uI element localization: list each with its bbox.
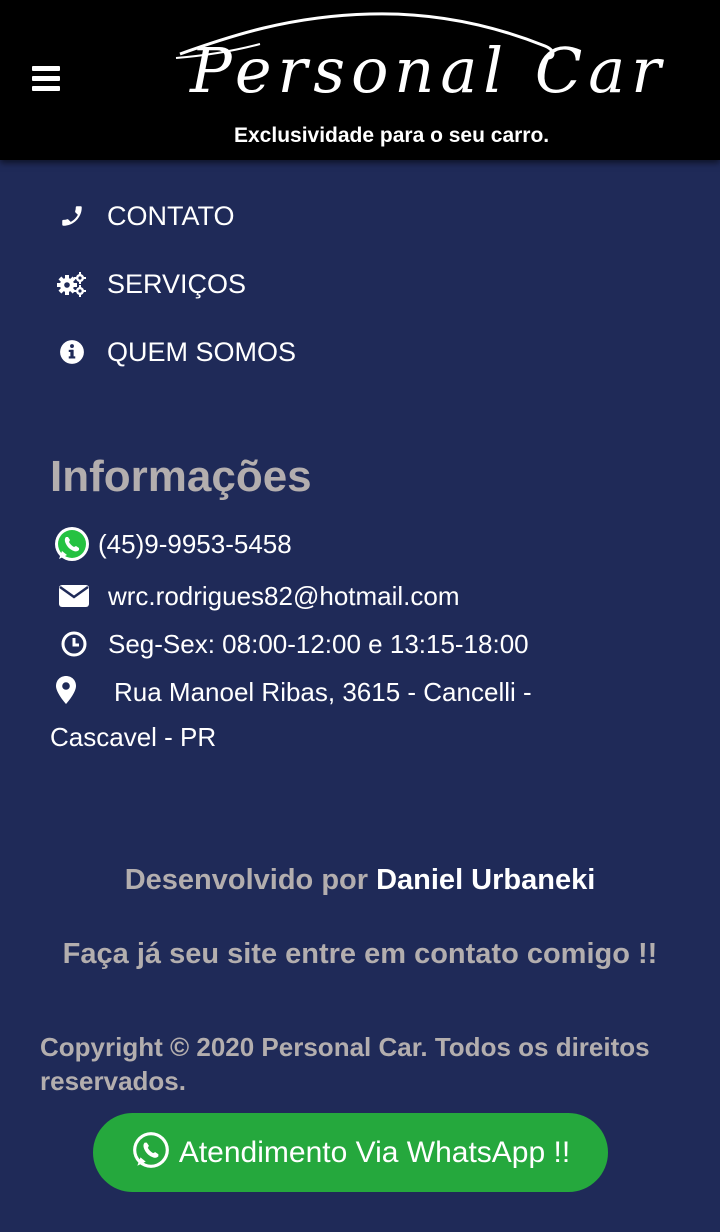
nav-item-label: QUEM SOMOS	[107, 336, 297, 367]
nav-item-label: CONTATO	[107, 200, 235, 231]
address-block: Rua Manoel Ribas, 3615 - Cancelli - Casc…	[50, 670, 590, 760]
phone-row[interactable]: (45)9-9953-5458	[52, 524, 292, 564]
business-hours: Seg-Sex: 08:00-12:00 e 13:15-18:00	[108, 628, 529, 659]
phone-icon	[56, 200, 88, 232]
copyright-text: Copyright © 2020 Personal Car. Todos os …	[40, 1032, 650, 1096]
hamburger-menu-icon[interactable]	[32, 66, 60, 92]
contact-call-to-action: Faça já seu site entre em contato comigo…	[62, 938, 658, 970]
map-pin-icon	[56, 673, 92, 704]
whatsapp-button-label: Atendimento Via WhatsApp !!	[178, 1135, 571, 1169]
hours-row: Seg-Sex: 08:00-12:00 e 13:15-18:00	[52, 624, 529, 664]
email-row[interactable]: wrc.rodrigues82@hotmail.com	[52, 576, 460, 616]
address-text: Rua Manoel Ribas, 3615 - Cancelli - Casc…	[50, 677, 532, 752]
nav-item-quem-somos[interactable]: QUEM SOMOS	[56, 332, 456, 372]
logo-title: Personal Car	[190, 34, 667, 107]
logo-tagline: Exclusividade para o seu carro.	[234, 124, 550, 147]
email-address: wrc.rodrigues82@hotmail.com	[108, 580, 460, 611]
developer-credit-prefix: Desenvolvido por	[124, 864, 369, 896]
clock-icon	[54, 624, 94, 664]
personal-car-logo[interactable]: Personal Car Exclusividade para o seu ca…	[170, 6, 661, 156]
info-section-title: Informações	[50, 452, 312, 501]
envelope-icon	[54, 576, 94, 616]
nav-item-contato[interactable]: CONTATO	[56, 196, 456, 236]
whatsapp-icon	[131, 1130, 171, 1175]
whatsapp-icon	[52, 524, 92, 564]
site-header: Personal Car Exclusividade para o seu ca…	[0, 0, 720, 160]
developer-name-link[interactable]: Daniel Urbaneki	[376, 864, 595, 896]
developer-credit: Desenvolvido por Daniel Urbaneki	[0, 864, 720, 897]
phone-number: (45)9-9953-5458	[98, 528, 292, 559]
whatsapp-support-button[interactable]: Atendimento Via WhatsApp !!	[93, 1113, 608, 1192]
gears-icon	[56, 268, 88, 300]
nav-item-servicos[interactable]: SERVIÇOS	[56, 264, 456, 304]
nav-item-label: SERVIÇOS	[107, 268, 247, 299]
info-circle-icon	[56, 336, 88, 368]
